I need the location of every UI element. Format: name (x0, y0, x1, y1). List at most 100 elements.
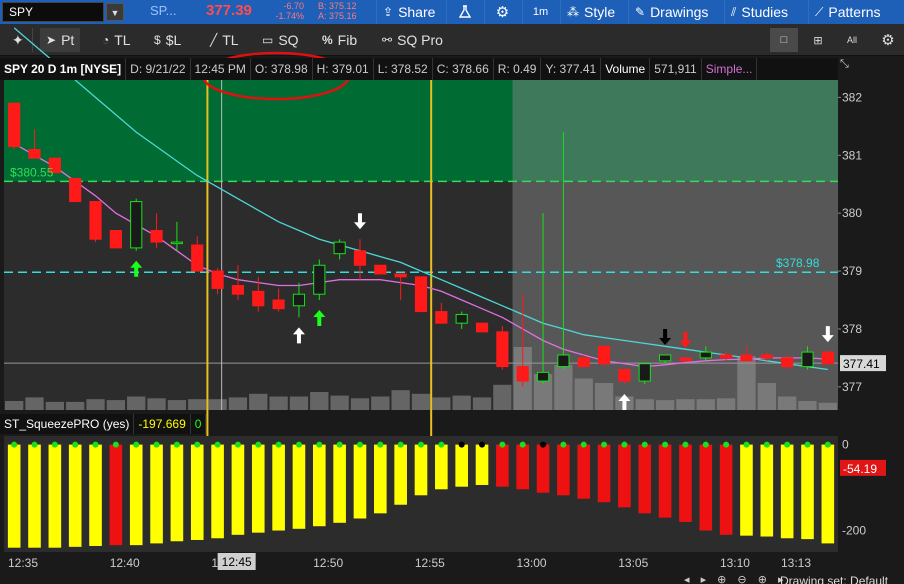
candle-body (557, 354, 570, 368)
squeeze-bar (658, 444, 672, 518)
squeeze-bar (719, 444, 733, 535)
candle-body (577, 357, 590, 368)
price-chart[interactable]: 382 381 380 379 378 377 $380.55 $378.98 377.41 0… (0, 0, 904, 584)
chart-nav-icons[interactable]: ◂ ▸ ⊕ ⊖ ⊕ ▸ (684, 573, 788, 584)
squeeze-dot (72, 441, 79, 448)
volume-bar (66, 401, 85, 410)
squeeze-dot (662, 441, 669, 448)
candle (374, 264, 387, 275)
squeeze-dot (784, 441, 791, 448)
candle-body (597, 345, 611, 365)
candle-body (516, 366, 529, 382)
chart-header: SPY 20 D 1m [NYSE] D: 9/21/22 12:45 PM O… (0, 58, 838, 80)
volume-bar (655, 400, 675, 410)
candle (821, 351, 834, 365)
squeeze-dot (112, 441, 119, 448)
squeeze-bar (780, 444, 794, 539)
squeeze-bar (292, 444, 306, 529)
volume-bar (371, 396, 390, 410)
squeeze-bar (190, 444, 204, 540)
squeeze-dot (295, 441, 302, 448)
candle-body (618, 368, 631, 382)
squeeze-bar (699, 444, 713, 531)
time-tick-label: 12:40 (110, 556, 140, 570)
candle-body (89, 201, 102, 240)
price-tick-label: 381 (842, 148, 862, 162)
volume-bar (777, 396, 797, 410)
candle-body (353, 250, 367, 266)
candle (130, 198, 143, 251)
drawing-set-label[interactable]: Drawing set: Default (780, 574, 888, 584)
squeeze-dot (234, 441, 241, 448)
candle-body (313, 264, 326, 295)
bar-high: H: 379.01 (313, 58, 374, 80)
candle-body (475, 322, 489, 333)
candle-body (821, 351, 834, 365)
candle (109, 230, 122, 249)
volume-bar (310, 392, 329, 410)
volume-bar (167, 400, 187, 410)
volume-bar (25, 397, 44, 410)
squeeze-bar (129, 444, 143, 546)
oscillator-name[interactable]: ST_SqueezePRO (yes) (0, 414, 135, 434)
candle-body (414, 276, 428, 313)
squeeze-bar (374, 444, 387, 514)
squeeze-dot (743, 441, 750, 448)
candle-body (720, 354, 733, 359)
volume-bar (127, 396, 146, 410)
volume-bar (452, 395, 471, 410)
squeeze-bar (475, 444, 489, 485)
volume-bar (594, 383, 614, 410)
volume-value: 571,911 (650, 58, 702, 80)
squeeze-dot (601, 441, 608, 448)
price-tick-label: 382 (842, 90, 862, 104)
squeeze-bar (821, 444, 835, 544)
candle (475, 322, 489, 333)
volume-bar (330, 395, 349, 410)
squeeze-dot (702, 441, 709, 448)
squeeze-bar (231, 444, 245, 535)
study-label[interactable]: Simple... (702, 58, 758, 80)
candle-body (231, 285, 245, 295)
squeeze-bar (170, 444, 184, 542)
oscillator-layer: 0 -200 -54.19 12:35 12:40 12:45 12:50 12:55 13:0… (0, 436, 904, 572)
volume-bar (350, 398, 370, 410)
candle-body (374, 264, 387, 275)
squeeze-dot (194, 441, 201, 448)
price-tick-label: 378 (842, 322, 862, 336)
oscillator-zero: 0 (190, 414, 207, 434)
collapse-icon[interactable]: ⤡ (840, 58, 860, 80)
crosshair-time-label: 12:45 (222, 555, 252, 569)
squeeze-dot (133, 441, 140, 448)
volume-bar (716, 398, 736, 410)
candle-body (8, 102, 21, 148)
oscillator-tick-label: -200 (842, 524, 866, 538)
squeeze-dot (580, 441, 587, 448)
oscillator-last-label: -54.19 (843, 462, 877, 476)
squeeze-bar (109, 444, 123, 546)
squeeze-dot (418, 441, 424, 448)
candle (496, 326, 509, 370)
chart-title: SPY 20 D 1m [NYSE] (0, 58, 127, 80)
squeeze-bar (638, 444, 652, 514)
squeeze-bar (801, 444, 814, 540)
squeeze-dot (11, 441, 18, 448)
candle-body (435, 311, 448, 324)
squeeze-bar (557, 444, 570, 496)
squeeze-bar (577, 444, 591, 499)
volume-label: Volume (601, 58, 651, 80)
squeeze-bar (211, 444, 224, 539)
squeeze-bar (272, 444, 285, 531)
squeeze-bar (251, 444, 265, 533)
candle-body (638, 363, 651, 382)
squeeze-dot (438, 441, 445, 448)
candle-body (191, 244, 204, 272)
candle-body (252, 290, 265, 307)
bar-range: R: 0.49 (494, 58, 542, 80)
candle-body (170, 241, 183, 245)
candle (8, 102, 21, 150)
bar-open: O: 378.98 (251, 58, 313, 80)
volume-bar (411, 393, 431, 410)
squeeze-bar (597, 444, 611, 503)
squeeze-dot (92, 441, 99, 448)
